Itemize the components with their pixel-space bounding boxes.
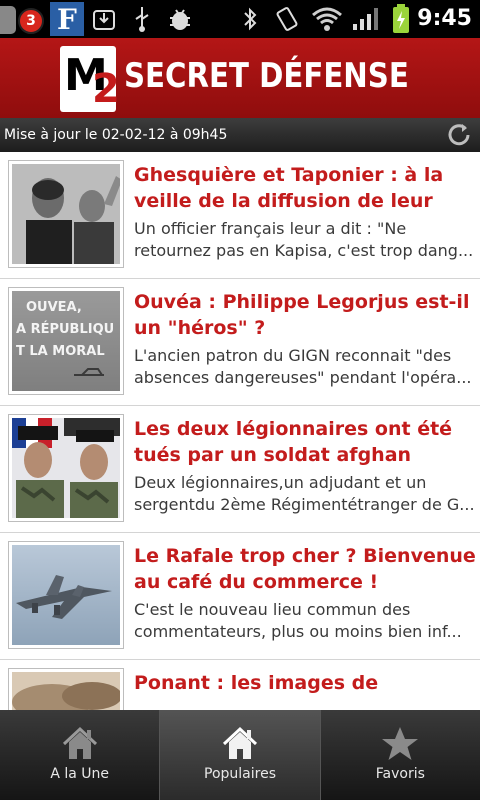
app-header-banner: M 2 SECRET DÉFENSE [0, 38, 480, 118]
tab-label: Favoris [375, 766, 425, 782]
article-list-item[interactable]: OUVEA, A RÉPUBLIQU T LA MORAL Ouvéa : Ph… [0, 279, 480, 406]
home-icon [62, 726, 97, 759]
tab-a-la-une[interactable]: A la Une [0, 710, 159, 800]
article-list-item[interactable]: Ghesquière et Taponier : à la veille de … [0, 152, 480, 279]
tab-populaires[interactable]: Populaires [159, 710, 320, 800]
star-icon [382, 727, 419, 760]
tab-label: A la Une [50, 766, 109, 782]
thumbnail-caption-line: A RÉPUBLIQU [16, 322, 115, 337]
article-title: Ghesquière et Taponier : à la veille de … [134, 164, 444, 212]
article-title: Ouvéa : Philippe Legorjus est-il un "hér… [134, 291, 470, 339]
article-list-item[interactable]: Les deux légionnaires ont été tués par u… [0, 406, 480, 533]
vibrate-icon [272, 0, 302, 38]
tab-label: Populaires [204, 766, 276, 782]
m2-logo: M 2 [60, 46, 120, 112]
article-list-item[interactable]: Le Rafale trop cher ? Bienvenue au café … [0, 533, 480, 660]
article-thumbnail [8, 541, 124, 649]
article-summary: Un officier français leur a dit : "Ne re… [134, 219, 474, 260]
figaro-icon: F [50, 2, 84, 36]
article-summary: C'est le nouveau lieu commun des comment… [134, 600, 462, 641]
refresh-icon[interactable] [444, 120, 474, 150]
thumbnail-caption-line: OUVEA, [26, 300, 82, 315]
article-summary: Deux légionnaires,un adjudant et un serg… [134, 473, 475, 514]
article-thumbnail [8, 160, 124, 268]
battery-charging-icon [388, 0, 414, 38]
notification-count-badge: 3 [18, 8, 44, 34]
status-bar: 3 F 9:45 [0, 0, 480, 38]
article-list[interactable]: Ghesquière et Taponier : à la veille de … [0, 152, 480, 710]
update-bar: Mise à jour le 02-02-12 à 09h45 [0, 118, 480, 152]
thumbnail-caption-line: T LA MORAL [16, 344, 105, 359]
article-thumbnail [8, 668, 124, 710]
usb-icon [128, 0, 156, 38]
article-thumbnail [8, 414, 124, 522]
article-title: Ponant : les images de [134, 672, 379, 694]
article-summary: L'ancien patron du GIGN reconnait "des a… [134, 346, 472, 387]
last-update-text: Mise à jour le 02-02-12 à 09h45 [4, 127, 228, 143]
android-debug-icon [166, 0, 194, 38]
home-icon [222, 726, 258, 759]
download-icon [90, 0, 118, 38]
bottom-navigation: A la Une Populaires Favoris [0, 710, 480, 800]
signal-icon [350, 0, 380, 38]
article-title: Le Rafale trop cher ? Bienvenue au café … [134, 545, 476, 593]
status-time: 9:45 [417, 6, 472, 31]
app-icon [0, 0, 18, 38]
article-thumbnail: OUVEA, A RÉPUBLIQU T LA MORAL [8, 287, 124, 395]
app-title: SECRET DÉFENSE [124, 56, 409, 96]
wifi-icon [310, 0, 344, 38]
bluetooth-icon [238, 0, 262, 38]
article-title: Les deux légionnaires ont été tués par u… [134, 418, 453, 466]
tab-favoris[interactable]: Favoris [319, 710, 480, 800]
logo-2: 2 [92, 66, 120, 112]
article-list-item[interactable]: Ponant : les images de [0, 660, 480, 710]
